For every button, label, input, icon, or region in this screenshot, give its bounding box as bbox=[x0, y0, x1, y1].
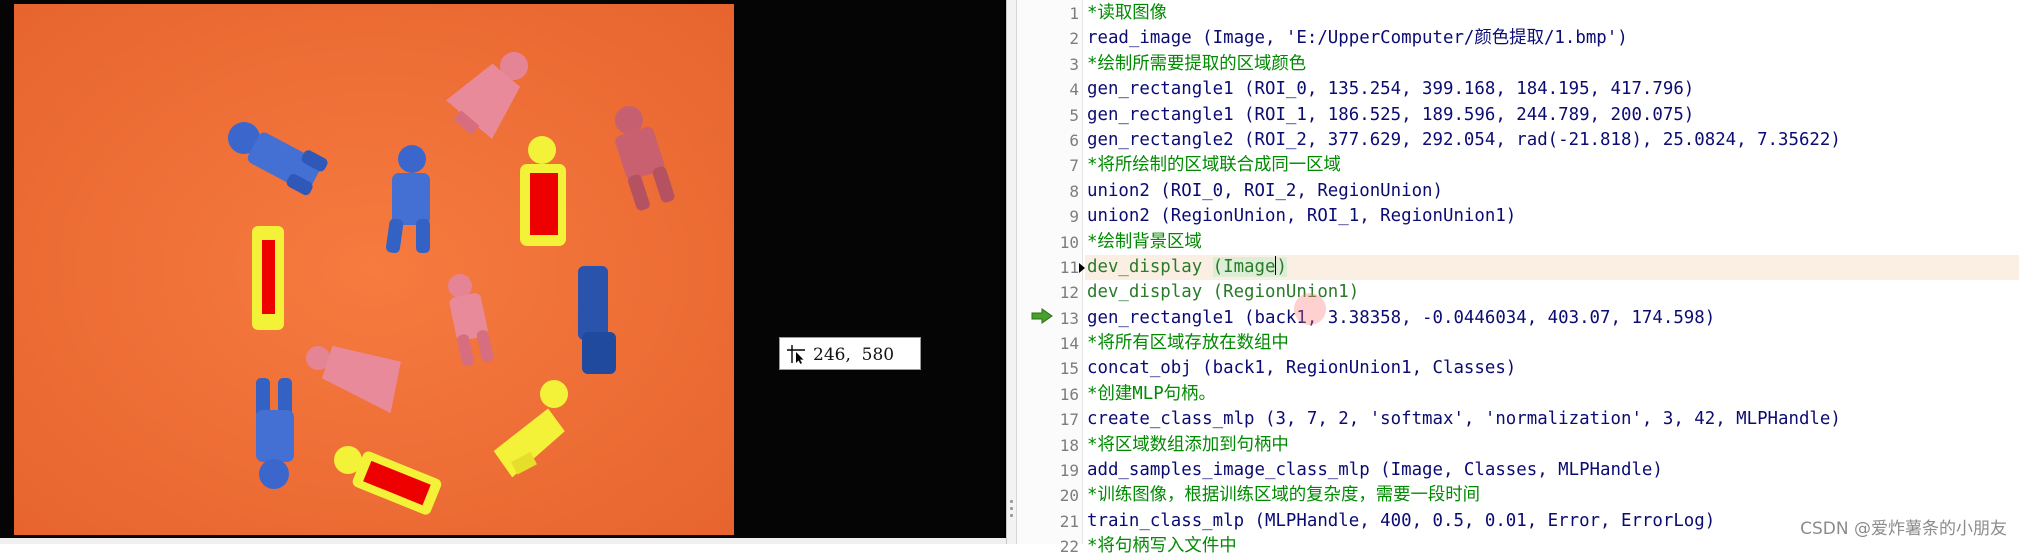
line-text: *将所绘制的区域联合成同一区域 bbox=[1087, 155, 1341, 176]
splitter-grip bbox=[1010, 500, 1013, 503]
line-text: union2 (RegionUnion, ROI_1, RegionUnion1… bbox=[1087, 206, 1517, 227]
code-line[interactable]: 15 concat_obj (back1, RegionUnion1, Class… bbox=[1060, 356, 2019, 381]
line-text: *创建MLP句柄。 bbox=[1087, 383, 1216, 404]
line-number: 14 bbox=[1059, 334, 1079, 354]
code-area[interactable]: 1 *读取图像 2 read_image (Image, 'E:/UpperCompu… bbox=[1060, 1, 2019, 560]
line-number: 15 bbox=[1059, 359, 1079, 379]
line-number: 3 bbox=[1069, 54, 1079, 74]
pane-splitter[interactable] bbox=[1007, 0, 1017, 544]
line-number: 7 bbox=[1069, 156, 1079, 176]
line-number: 18 bbox=[1059, 435, 1079, 455]
line-text: train_class_mlp (MLPHandle, 400, 0.5, 0.… bbox=[1087, 510, 1716, 531]
splitter-grip bbox=[1010, 514, 1013, 517]
line-number: 8 bbox=[1069, 181, 1079, 201]
code-line[interactable]: 4 gen_rectangle1 (ROI_0, 135.254, 399.168… bbox=[1069, 77, 2019, 102]
code-line[interactable]: 11 dev_display (Image) bbox=[1060, 254, 2019, 281]
line-text: *将所有区域存放在数组中 bbox=[1087, 333, 1289, 354]
code-line[interactable]: 17 create_class_mlp (3, 7, 2, 'softmax', … bbox=[1060, 407, 2019, 432]
code-comment-line[interactable]: 10 *绘制背景区域 bbox=[1060, 230, 2019, 255]
line-number: 5 bbox=[1069, 105, 1079, 125]
code-line[interactable]: 8 union2 (ROI_0, ROI_2, RegionUnion) bbox=[1069, 179, 2019, 204]
line-text: *绘制背景区域 bbox=[1087, 231, 1202, 252]
line-text: read_image (Image, 'E:/UpperComputer/颜色提… bbox=[1087, 28, 1628, 49]
code-line[interactable]: 12 dev_display (RegionUnion1) bbox=[1060, 280, 2019, 305]
code-comment-line[interactable]: 3 *绘制所需要提取的区域颜色 bbox=[1069, 52, 2019, 77]
line-text: dev_display (Image) bbox=[1087, 255, 1287, 277]
code-line[interactable]: 6 gen_rectangle2 (ROI_2, 377.629, 292.054… bbox=[1069, 128, 2019, 153]
line-text: *读取图像 bbox=[1087, 3, 1168, 23]
line-number: 16 bbox=[1059, 384, 1079, 404]
line-text: *绘制所需要提取的区域颜色 bbox=[1087, 53, 1307, 74]
line-text: *将句柄写入文件中 bbox=[1087, 536, 1237, 557]
pixel-info-box: 246, 580 bbox=[779, 337, 921, 370]
click-highlight bbox=[1294, 293, 1326, 325]
line-number: 2 bbox=[1069, 29, 1079, 49]
yellow-figure-2 bbox=[252, 226, 284, 330]
line-text: union2 (ROI_0, ROI_2, RegionUnion) bbox=[1087, 180, 1443, 201]
line-number: 22 bbox=[1059, 537, 1079, 557]
csdn-watermark: CSDN @爱炸薯条的小朋友 bbox=[1800, 519, 2007, 539]
line-number: 17 bbox=[1059, 410, 1079, 430]
code-comment-line[interactable]: 20 *训练图像，根据训练区域的复杂度，需要一段时间 bbox=[1060, 483, 2019, 508]
line-text: add_samples_image_class_mlp (Image, Clas… bbox=[1087, 460, 1663, 481]
graphics-window[interactable]: 246, 580 bbox=[0, 0, 1007, 544]
line-text: gen_rectangle1 (back1, 3.38358, -0.04460… bbox=[1087, 307, 1716, 328]
code-comment-line[interactable]: 14 *将所有区域存放在数组中 bbox=[1060, 331, 2019, 356]
line-text: *将区域数组添加到句柄中 bbox=[1087, 434, 1289, 455]
coord-readout: 246, 580 bbox=[813, 345, 895, 365]
insertion-pointer-icon bbox=[1079, 262, 1085, 273]
line-text: gen_rectangle2 (ROI_2, 377.629, 292.054,… bbox=[1087, 129, 1841, 150]
code-line[interactable]: 13 gen_rectangle1 (back1, 3.38358, -0.044… bbox=[1060, 306, 2019, 331]
line-number: 20 bbox=[1059, 486, 1079, 506]
code-line[interactable]: 2 read_image (Image, 'E:/UpperComputer/颜色… bbox=[1069, 26, 2019, 51]
line-number: 13 bbox=[1059, 308, 1079, 328]
line-number: 4 bbox=[1069, 80, 1079, 100]
line-number: 6 bbox=[1069, 130, 1079, 150]
line-number: 19 bbox=[1059, 461, 1079, 481]
splitter-grip bbox=[1010, 507, 1013, 510]
line-number: 21 bbox=[1059, 511, 1079, 531]
image-canvas[interactable]: 246, 580 bbox=[0, 0, 1004, 538]
line-text: gen_rectangle1 (ROI_0, 135.254, 399.168,… bbox=[1087, 79, 1695, 100]
line-text: gen_rectangle1 (ROI_1, 186.525, 189.596,… bbox=[1087, 104, 1695, 125]
line-number: 1 bbox=[1069, 4, 1079, 23]
line-number: 9 bbox=[1069, 207, 1079, 227]
code-line[interactable]: 5 gen_rectangle1 (ROI_1, 186.525, 189.596… bbox=[1069, 103, 2019, 128]
crosshair-cursor-icon bbox=[787, 345, 805, 364]
code-line[interactable]: 9 union2 (RegionUnion, ROI_1, RegionUnion… bbox=[1069, 204, 2019, 229]
code-comment-line[interactable]: 16 *创建MLP句柄。 bbox=[1060, 382, 2019, 407]
line-number: 11 bbox=[1059, 257, 1079, 277]
code-comment-line[interactable]: 7 *将所绘制的区域联合成同一区域 bbox=[1069, 153, 2019, 178]
line-text: *训练图像，根据训练区域的复杂度，需要一段时间 bbox=[1087, 485, 1481, 506]
viewer-status-strip bbox=[0, 538, 1006, 544]
code-comment-line[interactable]: 18 *将区域数组添加到句柄中 bbox=[1060, 433, 2019, 458]
line-number: 12 bbox=[1059, 283, 1079, 303]
program-editor[interactable]: 1 *读取图像 2 read_image (Image, 'E:/UpperCompu… bbox=[1017, 0, 2019, 556]
code-line[interactable]: 19 add_samples_image_class_mlp (Image, Cl… bbox=[1060, 458, 2019, 483]
line-number: 10 bbox=[1059, 232, 1079, 252]
loaded-image bbox=[14, 4, 734, 535]
line-text: create_class_mlp (3, 7, 2, 'softmax', 'n… bbox=[1087, 409, 1841, 430]
line-text: concat_obj (back1, RegionUnion1, Classes… bbox=[1087, 358, 1517, 379]
code-comment-line[interactable]: 1 *读取图像 bbox=[1069, 1, 2019, 26]
